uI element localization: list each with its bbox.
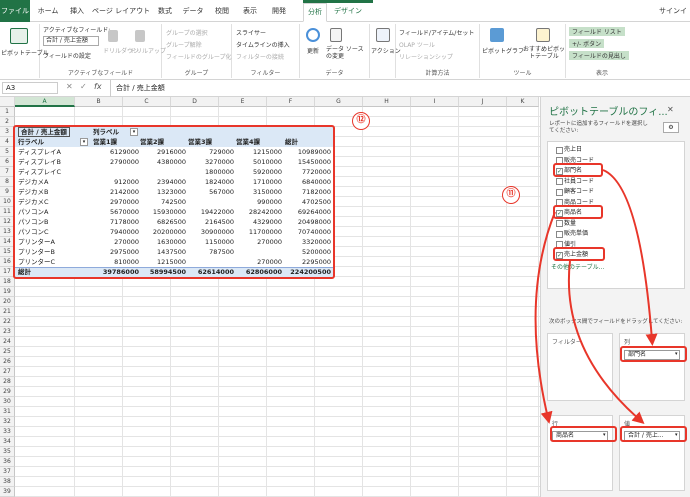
arrow-overlay <box>534 169 658 424</box>
arrow-sales-to-values <box>567 260 645 424</box>
arrow-dept-to-columns <box>602 169 658 346</box>
arrow-product-to-rows <box>534 211 556 424</box>
